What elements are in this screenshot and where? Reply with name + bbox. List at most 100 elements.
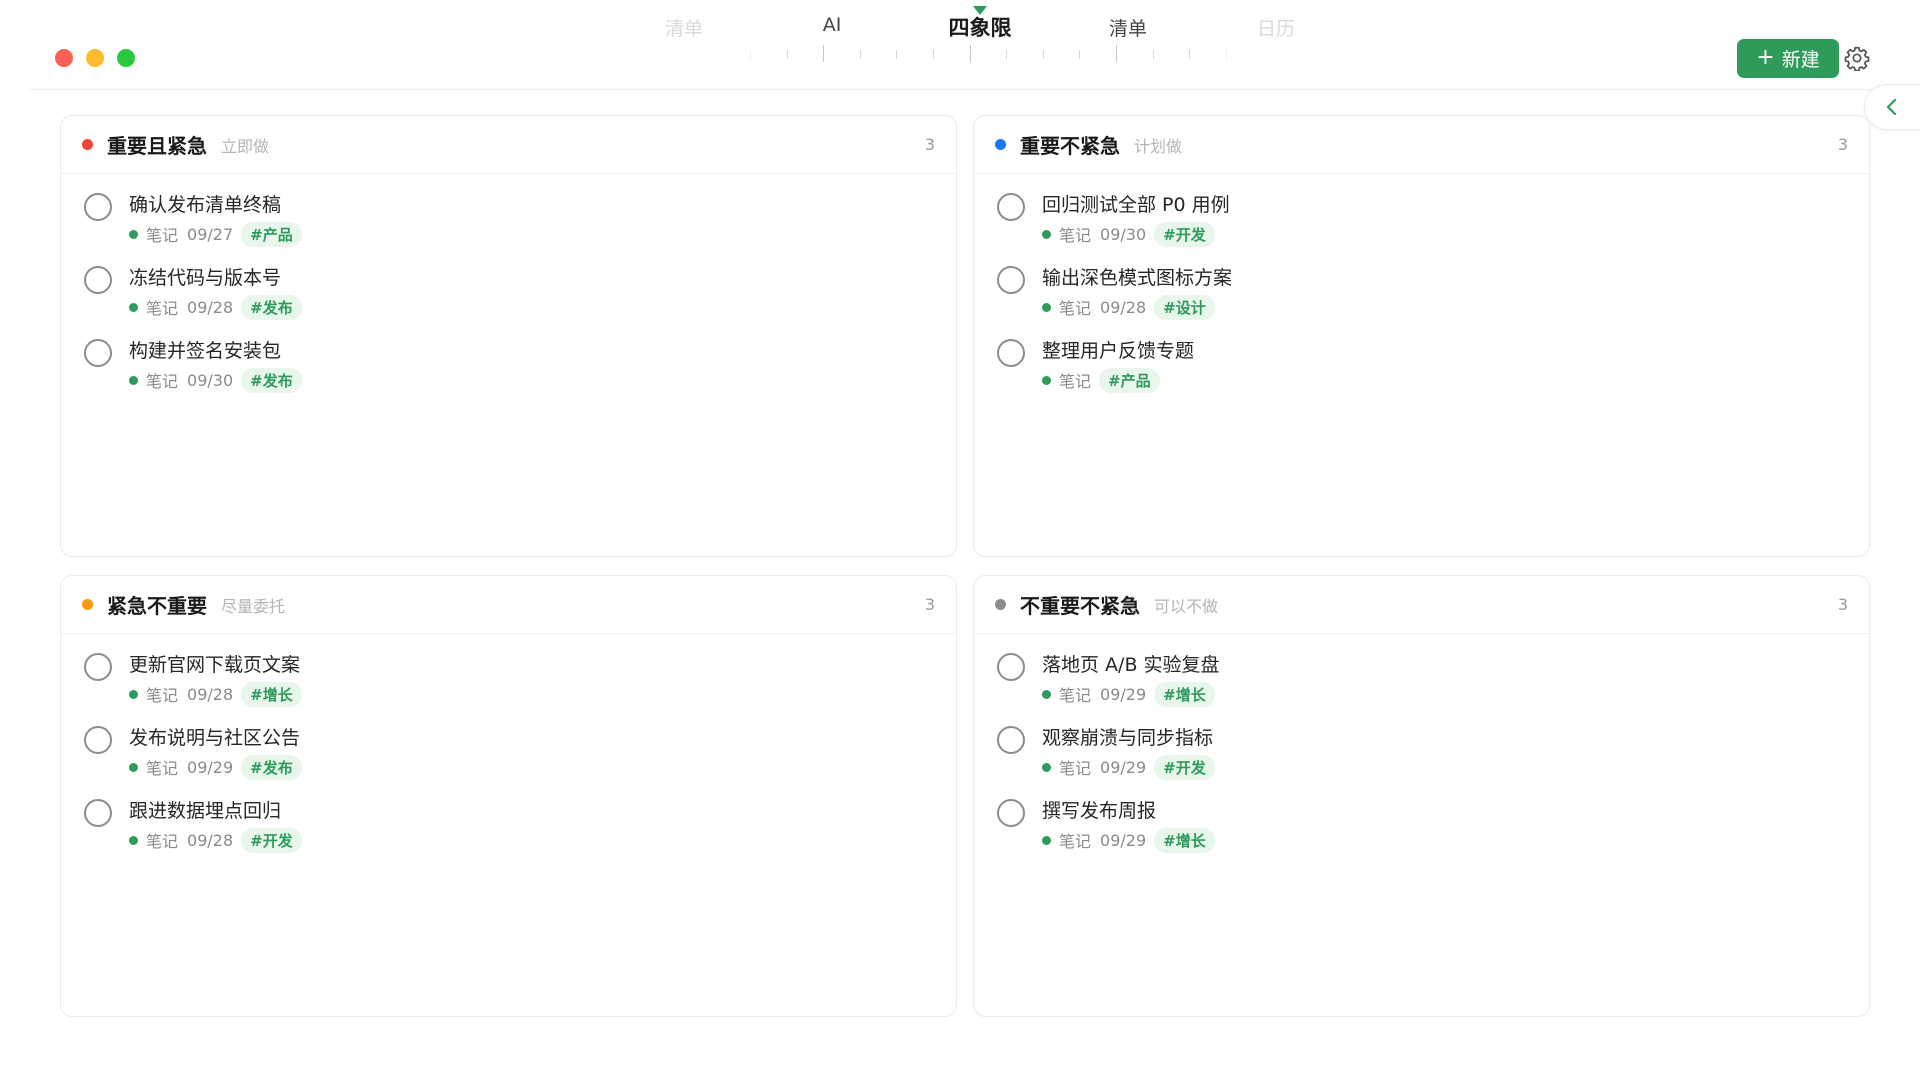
task-tag[interactable]: #增长 (1154, 681, 1215, 707)
task-title[interactable]: 冻结代码与版本号 (129, 262, 956, 291)
task-checkbox[interactable] (84, 726, 112, 754)
task-title[interactable]: 观察崩溃与同步指标 (1042, 722, 1869, 751)
close-window-button[interactable] (55, 49, 73, 67)
task-checkbox[interactable] (84, 799, 112, 827)
note-dot-icon (1042, 835, 1051, 845)
task-title[interactable]: 发布说明与社区公告 (129, 722, 956, 751)
quadrant-urgent-not-important: 紧急不重要 尽量委托 3 更新官网下载页文案 笔记 09/28 #增长 发布说明… (60, 575, 957, 1017)
task-title[interactable]: 落地页 A/B 实验复盘 (1042, 649, 1869, 678)
ruler-tick (1225, 50, 1227, 59)
task-source: 笔记 (1059, 759, 1092, 778)
task-item[interactable]: 回归测试全部 P0 用例 笔记 09/30 #开发 (974, 189, 1869, 262)
task-checkbox[interactable] (997, 339, 1025, 367)
plus-icon: + (1756, 44, 1775, 70)
view-ruler[interactable] (750, 45, 1240, 65)
task-title[interactable]: 更新官网下载页文案 (129, 649, 956, 678)
note-dot-icon (1042, 375, 1051, 385)
minimize-window-button[interactable] (86, 49, 104, 67)
task-checkbox[interactable] (997, 266, 1025, 294)
task-item[interactable]: 构建并签名安装包 笔记 09/30 #发布 (61, 335, 956, 408)
quadrant-count: 3 (924, 135, 935, 154)
task-meta: 笔记 09/29 #开发 (1042, 754, 1869, 780)
quadrant-title: 紧急不重要 (107, 594, 207, 618)
tab-calendar[interactable]: 日历 (1257, 14, 1295, 41)
quadrant-header: 重要不紧急 计划做 3 (974, 116, 1869, 174)
tab-checklist[interactable]: 清单 (1109, 14, 1147, 41)
tab-ai[interactable]: AI (823, 14, 842, 36)
task-checkbox[interactable] (84, 193, 112, 221)
task-date: 09/29 (1100, 684, 1147, 704)
task-title[interactable]: 整理用户反馈专题 (1042, 335, 1869, 364)
task-date: 09/29 (1100, 757, 1147, 777)
gear-icon[interactable] (1844, 45, 1870, 71)
task-item[interactable]: 确认发布清单终稿 笔记 09/27 #产品 (61, 189, 956, 262)
zoom-window-button[interactable] (117, 49, 135, 67)
task-title[interactable]: 输出深色模式图标方案 (1042, 262, 1869, 291)
ruler-tick (1079, 50, 1081, 59)
ruler-tick (933, 50, 934, 59)
task-checkbox[interactable] (84, 266, 112, 294)
quadrant-not-important-not-urgent: 不重要不紧急 可以不做 3 落地页 A/B 实验复盘 笔记 09/29 #增长 … (973, 575, 1870, 1017)
task-tag[interactable]: #开发 (241, 827, 302, 853)
task-tag[interactable]: #发布 (241, 294, 302, 320)
task-item[interactable]: 发布说明与社区公告 笔记 09/29 #发布 (61, 722, 956, 795)
task-item[interactable]: 观察崩溃与同步指标 笔记 09/29 #开发 (974, 722, 1869, 795)
collapse-sidebar-button[interactable] (1864, 84, 1920, 130)
task-tag[interactable]: #增长 (241, 681, 302, 707)
task-tag[interactable]: #发布 (241, 754, 302, 780)
quadrant-hint: 计划做 (1134, 136, 1183, 156)
ruler-tick (969, 45, 971, 62)
quadrant-count: 3 (1837, 595, 1848, 614)
task-source: 笔记 (1059, 686, 1092, 705)
quadrant-header: 不重要不紧急 可以不做 3 (974, 576, 1869, 634)
note-dot-icon (129, 762, 138, 772)
ruler-tick (786, 50, 788, 59)
task-title[interactable]: 确认发布清单终稿 (129, 189, 956, 218)
task-tag[interactable]: #产品 (241, 221, 302, 247)
new-task-label: 新建 (1781, 49, 1820, 71)
task-tag[interactable]: #增长 (1154, 827, 1215, 853)
task-source: 笔记 (1059, 832, 1092, 851)
task-tag[interactable]: #发布 (241, 367, 302, 393)
task-item[interactable]: 跟进数据埋点回归 笔记 09/28 #开发 (61, 795, 956, 868)
quadrant-title: 不重要不紧急 (1020, 594, 1140, 618)
task-item[interactable]: 整理用户反馈专题 笔记 #产品 (974, 335, 1869, 408)
task-tag[interactable]: #设计 (1154, 294, 1215, 320)
task-title[interactable]: 跟进数据埋点回归 (129, 795, 956, 824)
task-checkbox[interactable] (997, 726, 1025, 754)
task-tag[interactable]: #开发 (1154, 221, 1215, 247)
task-tag[interactable]: #产品 (1099, 367, 1160, 393)
note-dot-icon (129, 689, 138, 699)
quadrant-title: 重要且紧急 (107, 134, 207, 158)
task-date: 09/28 (187, 297, 234, 317)
task-tag[interactable]: #开发 (1154, 754, 1215, 780)
task-item[interactable]: 更新官网下载页文案 笔记 09/28 #增长 (61, 649, 956, 722)
task-title[interactable]: 撰写发布周报 (1042, 795, 1869, 824)
task-item[interactable]: 输出深色模式图标方案 笔记 09/28 #设计 (974, 262, 1869, 335)
task-item[interactable]: 冻结代码与版本号 笔记 09/28 #发布 (61, 262, 956, 335)
task-checkbox[interactable] (84, 339, 112, 367)
task-title[interactable]: 回归测试全部 P0 用例 (1042, 189, 1869, 218)
new-task-button[interactable]: + 新建 (1737, 39, 1839, 78)
chevron-left-icon (1886, 98, 1897, 116)
task-checkbox[interactable] (997, 653, 1025, 681)
tab-quadrants[interactable]: 四象限 (949, 12, 1012, 42)
task-source: 笔记 (146, 372, 179, 391)
task-item[interactable]: 撰写发布周报 笔记 09/29 #增长 (974, 795, 1869, 868)
quadrant-title: 重要不紧急 (1020, 134, 1120, 158)
task-list: 回归测试全部 P0 用例 笔记 09/30 #开发 输出深色模式图标方案 笔记 … (974, 174, 1869, 408)
title-divider (30, 89, 1920, 90)
task-checkbox[interactable] (84, 653, 112, 681)
task-checkbox[interactable] (997, 193, 1025, 221)
window-controls (55, 49, 135, 67)
active-tab-pointer-icon (973, 6, 987, 15)
quadrant-hint: 尽量委托 (221, 596, 286, 616)
ruler-tick (823, 45, 825, 62)
task-list: 落地页 A/B 实验复盘 笔记 09/29 #增长 观察崩溃与同步指标 笔记 0… (974, 634, 1869, 868)
task-item[interactable]: 落地页 A/B 实验复盘 笔记 09/29 #增长 (974, 649, 1869, 722)
task-checkbox[interactable] (997, 799, 1025, 827)
task-meta: 笔记 09/28 #设计 (1042, 294, 1869, 320)
task-title[interactable]: 构建并签名安装包 (129, 335, 956, 364)
tab-checklist-left[interactable]: 清单 (665, 14, 703, 41)
task-meta: 笔记 09/28 #发布 (129, 294, 956, 320)
